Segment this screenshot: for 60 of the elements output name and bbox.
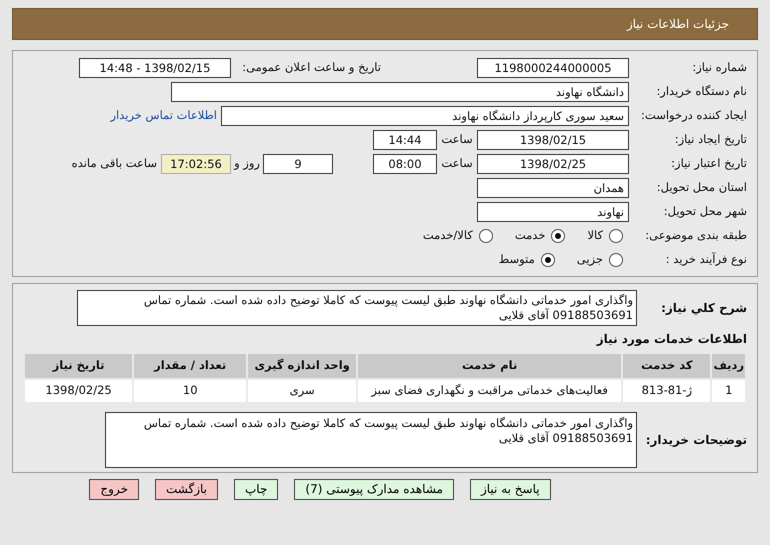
field-label: استان محل تحویل:	[656, 179, 747, 196]
field-label: نام دستگاه خریدار:	[655, 83, 747, 100]
field-value: 1398/02/15 - 14:48	[79, 58, 231, 78]
field-value: 1398/02/15	[477, 130, 629, 150]
action-button[interactable]: پاسخ به نیاز	[470, 479, 551, 500]
field-label: طبقه بندی موضوعی:	[644, 227, 747, 244]
table-cell: 1398/02/25	[24, 379, 134, 403]
summary-field: واگذاری امور خدماتی دانشگاه نهاوند طبق لیست پیوست که کاملا توضیح داده شده است. شماره تماس 09188503691 آقای قلایی	[77, 290, 637, 326]
field-label: تاریخ ایجاد نیاز:	[674, 131, 747, 148]
field-value: دانشگاه نهاوند	[171, 82, 629, 102]
field-label: ساعت	[440, 131, 474, 148]
action-button[interactable]: بازگشت	[155, 479, 218, 500]
field-label: توضیحات خریدار:	[644, 432, 747, 449]
field-label: ساعت باقی مانده	[72, 155, 157, 172]
radio-label: کالا	[587, 227, 603, 244]
page-title: جزئیات اطلاعات نیاز	[626, 16, 729, 33]
action-button[interactable]: مشاهده مدارک پیوستی (7)	[294, 479, 454, 500]
radio-button[interactable]	[609, 253, 623, 267]
field-label: شرح کلي نیاز:	[660, 300, 747, 317]
table-cell: 10	[133, 379, 248, 403]
field-value: 9	[263, 154, 333, 174]
field-label: نوع فرآیند خرید :	[664, 251, 747, 268]
radio-label: خدمت	[514, 227, 546, 244]
table-cell: ژ-81-813	[622, 379, 712, 403]
field-value: 1398/02/25	[477, 154, 629, 174]
section-title: اطلاعات خدمات مورد نیاز	[595, 331, 747, 348]
field-label: تاریخ و ساعت اعلان عمومی:	[241, 59, 381, 76]
column-header: ردیف	[711, 353, 746, 379]
field-value: نهاوند	[477, 202, 629, 222]
column-header: واحد اندازه گیری	[247, 353, 357, 379]
radio-label: کالا/خدمت	[422, 227, 473, 244]
table-cell: فعالیت‌های خدماتی مراقبت و نگهداری فضای سبز	[357, 379, 622, 403]
field-label: شماره نیاز:	[691, 59, 747, 76]
field-value: 14:44	[373, 130, 437, 150]
radio-label: جزیی	[576, 251, 603, 268]
radio-label: متوسط	[498, 251, 535, 268]
radio-button[interactable]	[551, 229, 566, 243]
notes-field: واگذاری امور خدماتی دانشگاه نهاوند طبق لیست پیوست که کاملا توضیح داده شده است. شماره تماس 09188503691 آقای قلایی	[105, 412, 637, 468]
column-header: نام خدمت	[357, 353, 622, 379]
table-cell: 1	[711, 379, 746, 403]
radio-button[interactable]	[609, 229, 623, 243]
field-label: ساعت	[440, 155, 474, 172]
action-button[interactable]: خروج	[89, 479, 139, 500]
contact-link[interactable]: اطلاعات تماس خریدار	[110, 107, 217, 125]
field-label: روز و	[232, 155, 261, 172]
column-header: تاریخ نیاز	[24, 353, 134, 379]
column-header: کد خدمت	[622, 353, 712, 379]
field-value: 08:00	[373, 154, 437, 174]
radio-button[interactable]	[478, 229, 493, 243]
table-cell: سری	[247, 379, 357, 403]
column-header: تعداد / مقدار	[133, 353, 248, 379]
field-label: ایجاد کننده درخواست:	[640, 107, 747, 124]
field-value: سعید سوری کارپرداز دانشگاه نهاوند	[221, 106, 629, 126]
field-value: 1198000244000005	[477, 58, 629, 78]
field-label: شهر محل تحویل:	[662, 203, 747, 220]
field-label: تاریخ اعتبار نیاز:	[670, 155, 747, 172]
field-value: همدان	[477, 178, 629, 198]
countdown-field: 17:02:56	[161, 154, 231, 174]
radio-button[interactable]	[540, 253, 555, 267]
action-button[interactable]: چاپ	[234, 479, 278, 500]
